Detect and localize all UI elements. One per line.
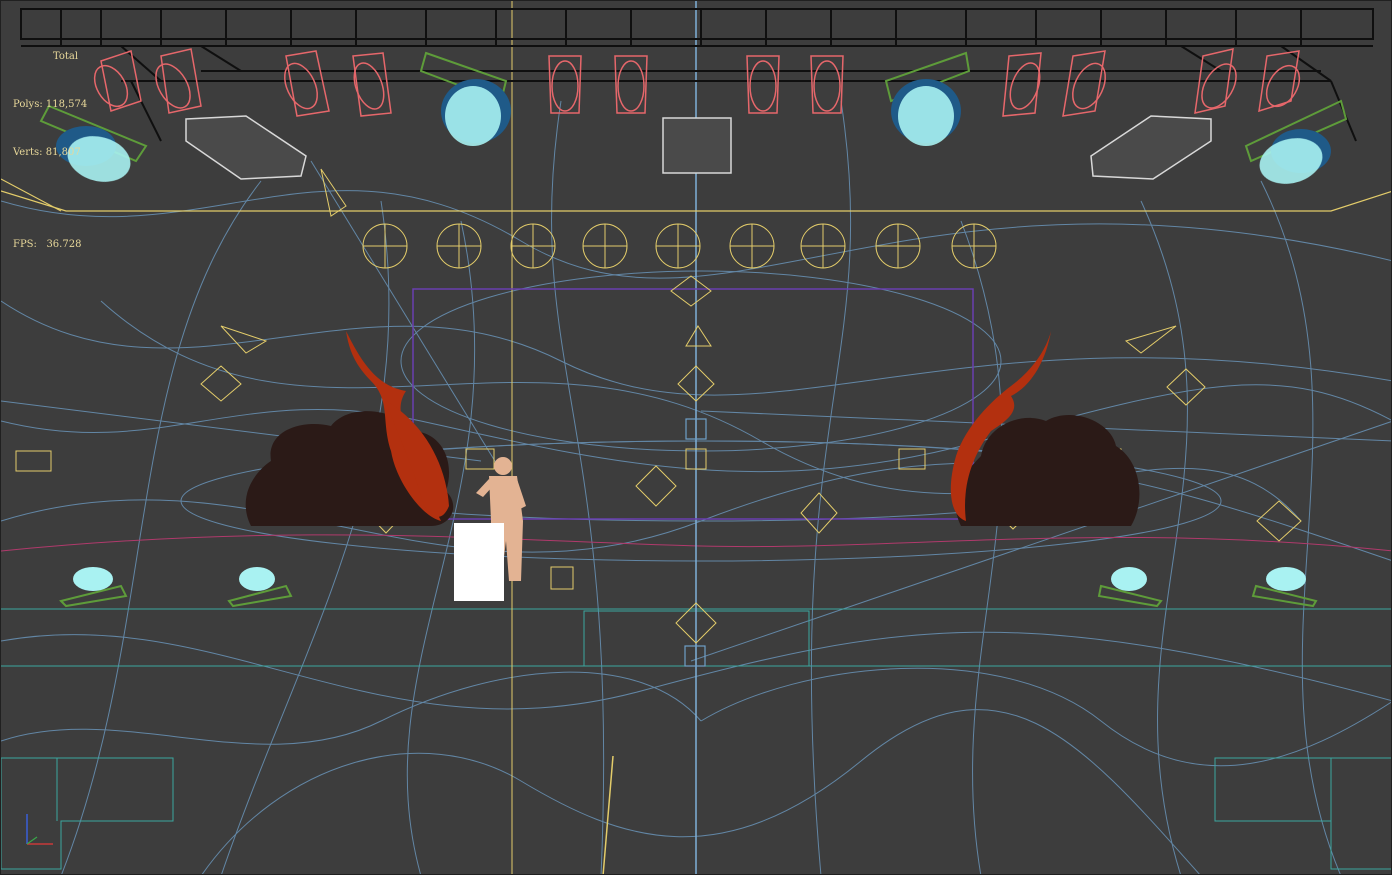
stats-verts-label: Verts:	[13, 147, 43, 158]
floor-wash-lights	[59, 567, 1318, 608]
stats-verts-value: 81,807	[45, 147, 81, 158]
stats-verts: Verts: 81,807	[13, 145, 87, 161]
stats-total-label: Total	[53, 51, 79, 62]
flames	[346, 331, 1051, 521]
red-spotlights	[93, 48, 1301, 117]
stats-polys-label: Polys:	[13, 99, 43, 110]
axis-gizmo-icon	[26, 814, 53, 845]
podium	[454, 523, 504, 601]
stats-polys-value: 118,574	[45, 99, 88, 110]
stats-fps: FPS: 36.728	[13, 237, 87, 253]
stats-polys: Polys: 118,574	[13, 97, 87, 113]
stats-fps-label: FPS:	[13, 239, 37, 250]
scene-wireframe[interactable]	[1, 1, 1392, 875]
viewport-statistics: Total Polys: 118,574 Verts: 81,807 FPS: …	[13, 17, 87, 285]
wire-spheres	[362, 223, 997, 269]
projectors	[185, 115, 1212, 180]
stats-fps-value: 36.728	[46, 239, 82, 250]
helper-objects	[15, 168, 1302, 644]
3d-viewport[interactable]: Total Polys: 118,574 Verts: 81,807 FPS: …	[0, 0, 1392, 875]
